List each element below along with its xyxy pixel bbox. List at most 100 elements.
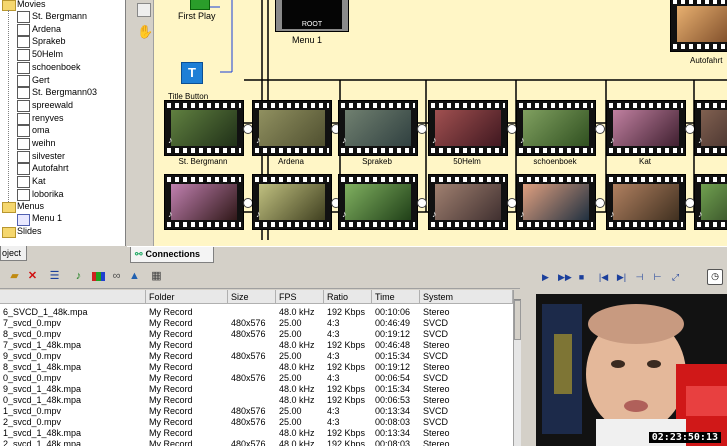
tree-item-movie[interactable]: Gert	[32, 74, 50, 86]
play-icon[interactable]: ▶	[540, 271, 551, 283]
connection-knob[interactable]	[417, 198, 427, 208]
table-row[interactable]: 1_svcd_1_48k.mpa My Record 48.0 kHz 192 Kbp…	[0, 428, 513, 439]
table-cell: 192 Kbps	[327, 395, 366, 405]
project-tree[interactable]: Movies St. Bergmann Ardena Sprakeb 50Helm sc…	[0, 0, 126, 246]
hand-icon[interactable]: ✋	[137, 24, 153, 40]
film-strip[interactable]: ♪	[428, 174, 508, 230]
table-row[interactable]: 9_svcd_0.mpv My Record 480x576 25.00 4:3 00:1…	[0, 351, 513, 362]
link-icon[interactable]: ∞	[110, 270, 123, 283]
tree-item-movie[interactable]: schoenboek	[32, 61, 81, 73]
tree-item-movie[interactable]: silvester	[32, 150, 65, 162]
tree-item-movie[interactable]: Sprakeb	[32, 35, 66, 47]
film-strip[interactable]: ♪	[164, 174, 244, 230]
table-row[interactable]: 0_svcd_0.mpv My Record 480x576 25.00 4:3 00:0…	[0, 373, 513, 384]
film-strip[interactable]: ♪	[606, 174, 686, 230]
film-strip[interactable]: ♪	[252, 100, 332, 156]
table-row[interactable]: 2_svcd_0.mpv My Record 480x576 25.00 4:3 00:0…	[0, 417, 513, 428]
table-row[interactable]: 0_svcd_1_48k.mpa My Record 48.0 kHz 192 Kbp…	[0, 395, 513, 406]
tree-item-movie[interactable]: 50Helm	[32, 48, 63, 60]
mark-in-icon[interactable]: ⊣	[634, 271, 645, 283]
table-cell: 00:15:34	[375, 351, 411, 361]
tree-item-movie[interactable]: St. Bergmann03	[32, 86, 97, 98]
tree-folder-movies[interactable]: Movies	[17, 0, 46, 10]
film-strip[interactable]: ♪	[338, 100, 418, 156]
film-strip[interactable]: ♪	[516, 174, 596, 230]
tree-item-movie[interactable]: renyves	[32, 112, 64, 124]
table-row[interactable]: 6_SVCD_1_48k.mpa My Record 48.0 kHz 192 Kbp…	[0, 307, 513, 318]
column-header[interactable]: Ratio	[324, 290, 372, 304]
table-row[interactable]: 7_svcd_1_48k.mpa My Record 48.0 kHz 192 Kbp…	[0, 340, 513, 351]
image-icon[interactable]: ▲	[128, 270, 141, 283]
film-strip[interactable]: ♪	[164, 100, 244, 156]
connection-knob[interactable]	[595, 198, 605, 208]
vertical-scrollbar[interactable]	[513, 290, 521, 446]
stop-icon[interactable]: ■	[576, 271, 587, 283]
tree-folder-menus[interactable]: Menus	[17, 200, 44, 212]
fullscreen-icon[interactable]: ⤢	[670, 271, 681, 283]
step-back-icon[interactable]: |◀	[598, 271, 609, 283]
column-header[interactable]: FPS	[276, 290, 324, 304]
film-strip[interactable]: ♪	[694, 100, 727, 156]
tree-item-movie[interactable]: St. Bergmann	[32, 10, 87, 22]
table-row[interactable]: 1_svcd_0.mpv My Record 480x576 25.00 4:3 00:1…	[0, 406, 513, 417]
film-strip[interactable]: ♪	[694, 174, 727, 230]
film-strip[interactable]: ♪	[338, 174, 418, 230]
film-label: St. Bergmann	[178, 157, 228, 166]
tree-item-movie[interactable]: spreewald	[32, 99, 73, 111]
tree-folder-slides[interactable]: Slides	[17, 225, 42, 237]
connections-canvas[interactable]: First Play ROOT Menu 1 T Title Button Au…	[154, 0, 727, 246]
table-row[interactable]: 2_svcd_1_48k.mpa My Record 480x576 48.0 kHz…	[0, 439, 513, 446]
table-cell: My Record	[149, 417, 193, 427]
tree-item-movie[interactable]: Ardena	[32, 23, 61, 35]
fast-forward-icon[interactable]: ▶▶	[558, 271, 572, 283]
tree-item-movie[interactable]: weihn	[32, 137, 56, 149]
connections-tab-icon: ⚯	[135, 249, 143, 259]
table-row[interactable]: 8_svcd_1_48k.mpa My Record 48.0 kHz 192 Kbp…	[0, 362, 513, 373]
tree-item-menu-1[interactable]: Menu 1	[32, 212, 62, 224]
clock-icon[interactable]: ◷	[707, 269, 723, 285]
music-note-icon: ♪	[256, 209, 261, 219]
film-strip[interactable]: ♪	[516, 100, 596, 156]
pointer-tool-icon[interactable]	[137, 3, 151, 17]
column-header[interactable]: System	[420, 290, 513, 304]
column-header[interactable]: Folder	[146, 290, 228, 304]
tree-item-movie[interactable]: oma	[32, 124, 50, 136]
delete-icon[interactable]: ✕	[26, 270, 39, 283]
film-autofahrt[interactable]	[670, 0, 727, 52]
connection-knob[interactable]	[417, 124, 427, 134]
first-play-icon[interactable]	[190, 0, 210, 10]
media-file-list[interactable]: Folder Size FPS Ratio Time System 6_SVCD_1_48…	[0, 290, 513, 446]
music-note-icon: ♪	[698, 135, 703, 145]
table-row[interactable]: 9_svcd_1_48k.mpa My Record 48.0 kHz 192 Kbp…	[0, 384, 513, 395]
folder-open-icon[interactable]: ▰	[8, 270, 21, 283]
tree-item-movie[interactable]: Autofahrt	[32, 162, 69, 174]
table-cell: My Record	[149, 362, 193, 372]
sort-icon[interactable]: ☰	[48, 270, 61, 283]
audio-video-icon[interactable]: ♪	[72, 270, 85, 283]
step-forward-icon[interactable]: ▶|	[616, 271, 627, 283]
table-cell: 8_svcd_1_48k.mpa	[3, 362, 82, 372]
music-note-icon: ♪	[342, 209, 347, 219]
table-row[interactable]: 8_svcd_0.mpv My Record 480x576 25.00 4:3 00:1…	[0, 329, 513, 340]
film-strip[interactable]: ♪	[606, 100, 686, 156]
tree-item-movie[interactable]: Kat	[32, 175, 46, 187]
film-label-autofahrt: Autofahrt	[690, 56, 723, 65]
table-row[interactable]: 7_svcd_0.mpv My Record 480x576 25.00 4:3 00:4…	[0, 318, 513, 329]
table-cell: My Record	[149, 439, 193, 446]
connection-knob[interactable]	[595, 124, 605, 134]
film-strip[interactable]: ♪	[252, 174, 332, 230]
mark-out-icon[interactable]: ⊢	[652, 271, 663, 283]
column-header[interactable]	[0, 290, 146, 304]
tab-connections[interactable]: ⚯ Connections	[130, 247, 214, 263]
column-header[interactable]: Size	[228, 290, 276, 304]
color-bars-icon[interactable]	[92, 270, 105, 283]
video-preview[interactable]: 02:23:50:13	[536, 294, 727, 446]
grid-icon[interactable]: ▦	[150, 270, 163, 283]
column-header[interactable]: Time	[372, 290, 420, 304]
scroll-thumb[interactable]	[514, 300, 521, 340]
title-button-icon[interactable]: T	[181, 62, 203, 84]
tab-project[interactable]: oject	[0, 246, 27, 261]
film-strip[interactable]: ♪	[428, 100, 508, 156]
menu-node[interactable]: ROOT	[275, 0, 349, 32]
tree-item-movie[interactable]: loborika	[32, 188, 64, 200]
